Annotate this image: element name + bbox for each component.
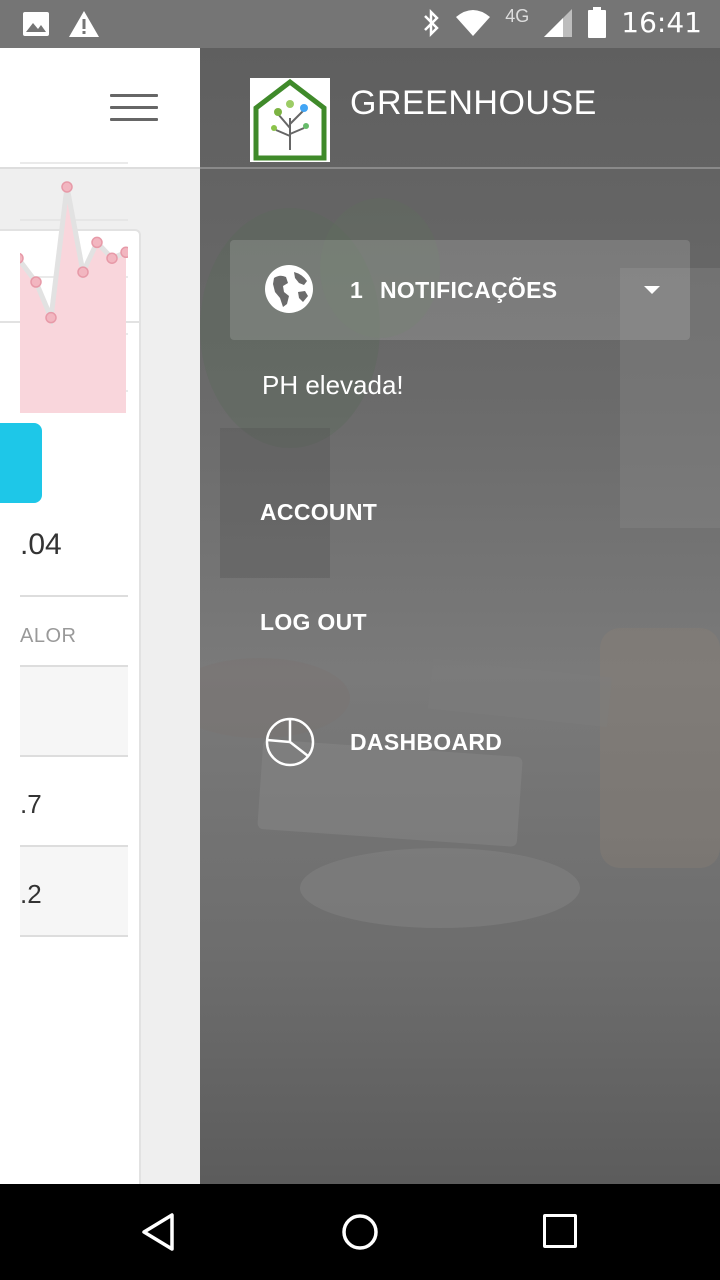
- home-icon[interactable]: [340, 1212, 380, 1252]
- notifications-label: NOTIFICAÇÕES: [380, 277, 558, 303]
- network-type: 4G: [505, 6, 530, 26]
- chart-point: [30, 276, 42, 288]
- signal-icon: [544, 8, 573, 37]
- wifi-icon: [456, 9, 491, 36]
- app-toolbar: [0, 48, 200, 169]
- globe-icon: [265, 265, 313, 313]
- chart-point: [20, 252, 24, 264]
- chart-point: [61, 181, 73, 193]
- recents-icon[interactable]: [543, 1214, 577, 1248]
- menu-item-dashboard[interactable]: DASHBOARD: [350, 729, 502, 756]
- bluetooth-icon: [424, 8, 440, 37]
- battery-icon: [588, 6, 607, 38]
- brand-title: GREENHOUSE: [350, 84, 597, 122]
- menu-item-account[interactable]: ACCOUNT: [260, 499, 377, 526]
- hamburger-menu-icon[interactable]: [110, 94, 158, 122]
- notification-message[interactable]: PH elevada!: [262, 370, 404, 401]
- table-header: ALOR: [20, 595, 128, 667]
- menu-item-logout[interactable]: LOG OUT: [260, 609, 367, 636]
- back-icon[interactable]: [140, 1212, 180, 1252]
- chart-point: [45, 311, 57, 324]
- caret-down-icon: [644, 286, 660, 294]
- chart-point: [77, 266, 89, 278]
- values-table: ALOR .7 .2: [20, 595, 128, 937]
- action-button[interactable]: [0, 423, 42, 503]
- clock: 16:41: [621, 6, 702, 39]
- status-bar: 4G 16:41: [0, 0, 720, 48]
- drawer-header: GREENHOUSE: [200, 48, 720, 169]
- notifications-dropdown[interactable]: 1 NOTIFICAÇÕES: [230, 240, 690, 340]
- notification-count: 1: [350, 277, 363, 303]
- big-value: .04: [20, 528, 62, 561]
- image-icon: [23, 12, 49, 36]
- system-nav-bar: [0, 1184, 720, 1280]
- chart-point: [120, 246, 128, 259]
- table-row: .7: [20, 757, 128, 847]
- main-content: .04 ALOR .7 .2: [0, 48, 200, 1184]
- pie-chart-icon: [265, 717, 315, 767]
- table-row: [20, 667, 128, 757]
- chart-point: [91, 236, 103, 249]
- greenhouse-logo: [250, 78, 330, 162]
- warning-icon: [69, 11, 99, 37]
- area-chart: [20, 162, 128, 413]
- navigation-drawer: GREENHOUSE 1 NOTIFICAÇÕES PH elevada! AC…: [200, 48, 720, 1184]
- table-row: .2: [20, 847, 128, 937]
- chart-point: [106, 252, 118, 264]
